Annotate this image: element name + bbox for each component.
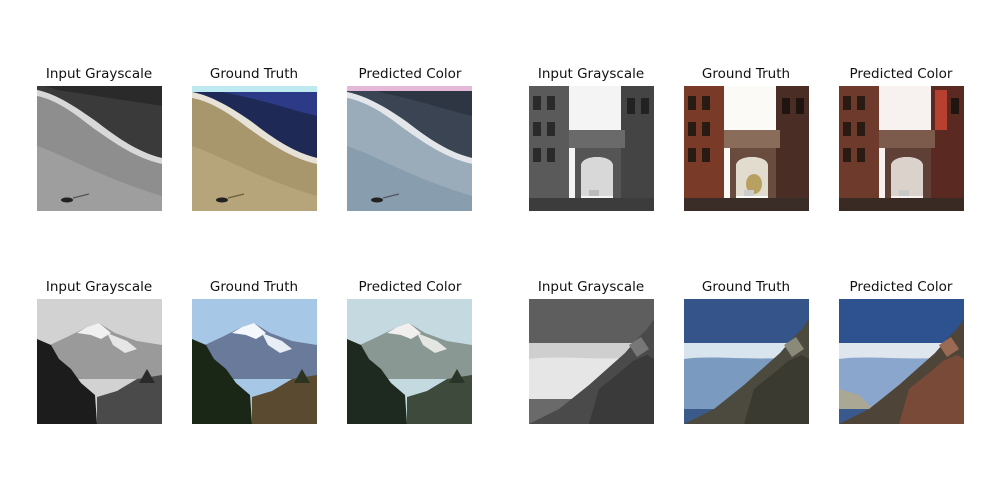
panel-title-predicted-color: Predicted Color bbox=[358, 66, 462, 82]
arched-street-predicted-color-image bbox=[839, 86, 964, 211]
panel-title-predicted-color: Predicted Color bbox=[358, 279, 462, 295]
snowy-mountain-ground-truth-image bbox=[192, 299, 317, 424]
beach-predicted-color-image bbox=[347, 86, 472, 211]
panel-title-predicted-color: Predicted Color bbox=[849, 66, 953, 82]
panel-title-ground-truth: Ground Truth bbox=[209, 66, 299, 82]
snowy-mountain-predicted-color-image bbox=[347, 299, 472, 424]
arched-street-ground-truth-image bbox=[684, 86, 809, 211]
panel-title-input-grayscale: Input Grayscale bbox=[45, 279, 153, 295]
snowy-mountain-input-grayscale-image bbox=[37, 299, 162, 424]
panel-title-input-grayscale: Input Grayscale bbox=[537, 279, 645, 295]
panel-title-input-grayscale: Input Grayscale bbox=[537, 66, 645, 82]
panel-title-input-grayscale: Input Grayscale bbox=[45, 66, 153, 82]
cliff-above-clouds-input-grayscale-image bbox=[529, 299, 654, 424]
beach-ground-truth-image bbox=[192, 86, 317, 211]
cliff-above-clouds-predicted-color-image bbox=[839, 299, 964, 424]
arched-street-input-grayscale-image bbox=[529, 86, 654, 211]
panel-title-ground-truth: Ground Truth bbox=[701, 279, 791, 295]
cliff-above-clouds-ground-truth-image bbox=[684, 299, 809, 424]
panel-title-ground-truth: Ground Truth bbox=[701, 66, 791, 82]
panel-title-predicted-color: Predicted Color bbox=[849, 279, 953, 295]
beach-input-grayscale-image bbox=[37, 86, 162, 211]
panel-title-ground-truth: Ground Truth bbox=[209, 279, 299, 295]
